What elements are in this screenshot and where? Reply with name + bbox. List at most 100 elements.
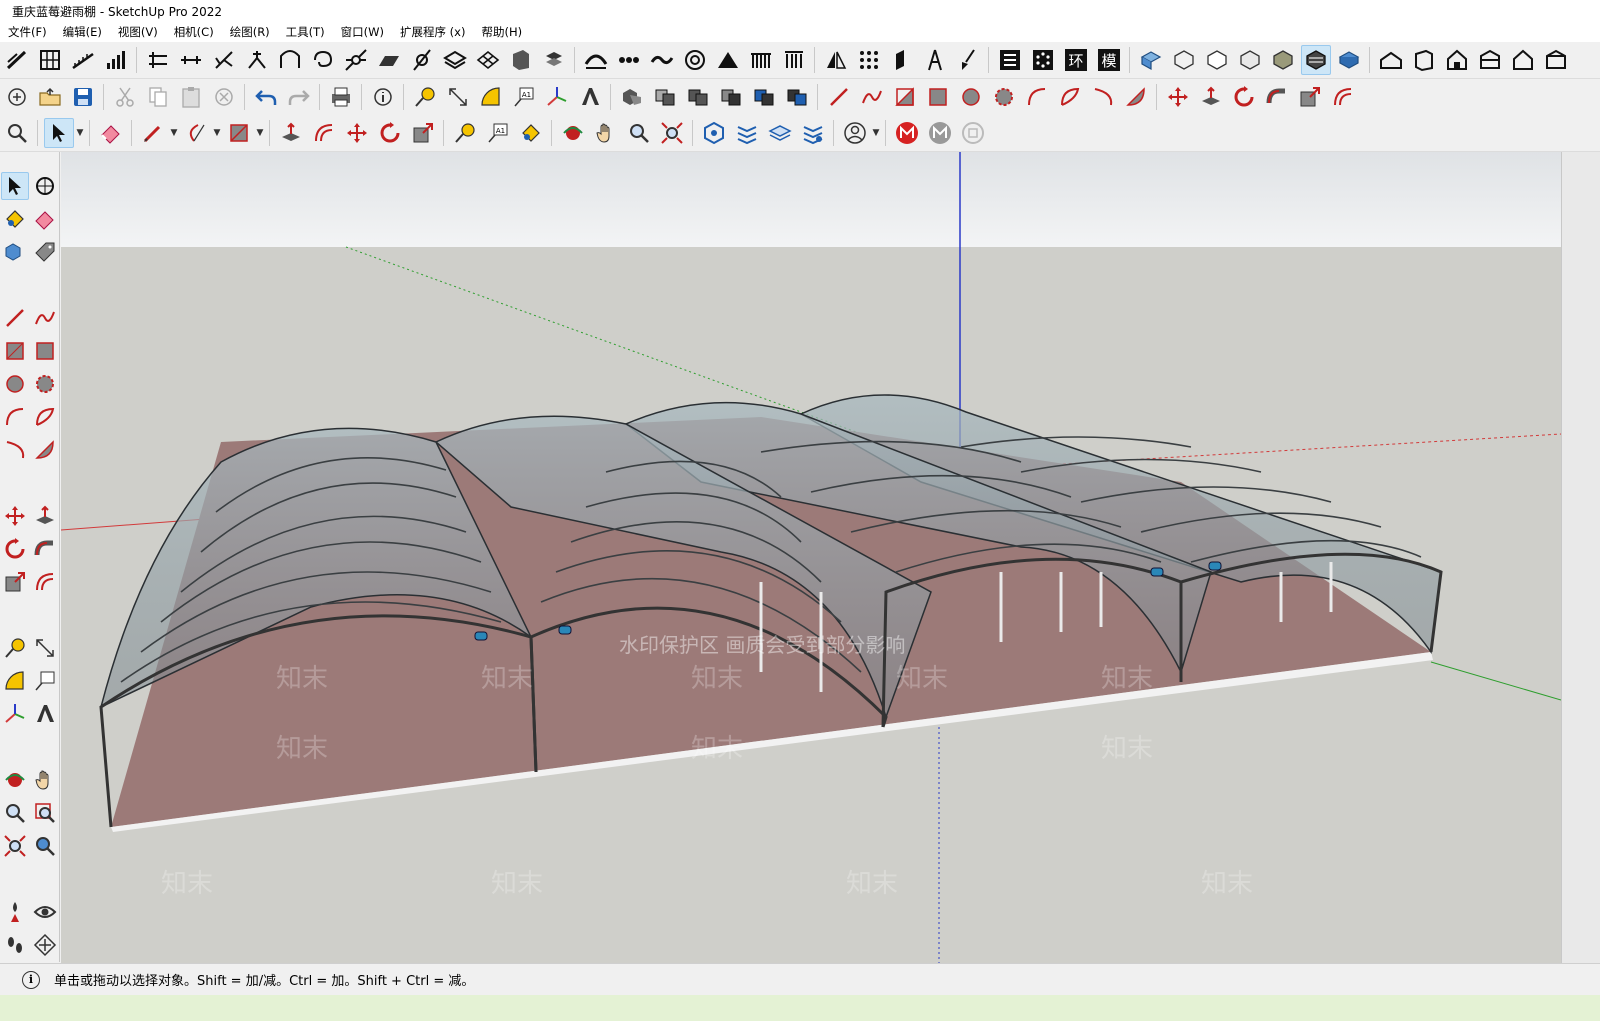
pan-tool-icon[interactable] (591, 118, 621, 148)
3d-text-icon[interactable] (575, 82, 605, 112)
back-view-icon[interactable] (1508, 45, 1538, 75)
text-left-icon[interactable] (31, 667, 59, 695)
followme-tool-icon[interactable] (1262, 82, 1292, 112)
freehand-left-icon[interactable] (31, 304, 59, 332)
menu-view[interactable]: 视图(V) (110, 24, 166, 40)
huan-plugin-icon[interactable]: 环 (1061, 45, 1091, 75)
branch-tool-icon[interactable] (209, 45, 239, 75)
zoom-extents-left-icon[interactable] (1, 832, 29, 860)
polygon-left-icon[interactable] (31, 370, 59, 398)
joint-tool-icon[interactable] (341, 45, 371, 75)
zoom-extents-icon[interactable] (657, 118, 687, 148)
menu-help[interactable]: 帮助(H) (473, 24, 530, 40)
front-view-icon[interactable] (1442, 45, 1472, 75)
arc-tool-icon[interactable] (1022, 82, 1052, 112)
previous-view-left-icon[interactable] (31, 832, 59, 860)
rail-tool-icon[interactable] (143, 45, 173, 75)
erase-selection-icon[interactable] (209, 82, 239, 112)
pushpull-tool-icon[interactable] (1196, 82, 1226, 112)
move-tool-icon[interactable] (1163, 82, 1193, 112)
axes-left-icon[interactable] (1, 700, 29, 728)
warehouse-icon[interactable] (699, 118, 729, 148)
scale-tool-icon[interactable] (1295, 82, 1325, 112)
undo-icon[interactable] (251, 82, 281, 112)
plugin-gray-icon[interactable] (925, 118, 955, 148)
top-view-icon[interactable] (1409, 45, 1439, 75)
select-dropdown-icon[interactable]: ▼ (75, 118, 85, 148)
offset-left-icon[interactable] (31, 568, 59, 596)
eraser-tool-icon[interactable] (96, 118, 126, 148)
rotate-left-icon[interactable] (1, 535, 29, 563)
copy-icon[interactable] (143, 82, 173, 112)
columns-tool-icon[interactable] (746, 45, 776, 75)
arc-bridge-icon[interactable] (581, 45, 611, 75)
outer-shell-icon[interactable] (650, 82, 680, 112)
menu-window[interactable]: 窗口(W) (333, 24, 392, 40)
rotate-2-icon[interactable] (375, 118, 405, 148)
open-file-icon[interactable] (35, 82, 65, 112)
menu-draw[interactable]: 绘图(R) (222, 24, 278, 40)
pencil-tool-icon[interactable] (138, 118, 168, 148)
pie-tool-icon[interactable] (1121, 82, 1151, 112)
text-label-icon[interactable]: A1 (509, 82, 539, 112)
array-tool-icon[interactable] (854, 45, 884, 75)
trim-icon[interactable] (782, 82, 812, 112)
walk-left-icon[interactable] (1, 931, 29, 959)
intersect-icon[interactable] (683, 82, 713, 112)
pie-left-icon[interactable] (31, 436, 59, 464)
table-icon[interactable] (995, 45, 1025, 75)
tag-left-icon[interactable] (31, 238, 59, 266)
protractor-left-icon[interactable] (1, 667, 29, 695)
move-2-icon[interactable] (342, 118, 372, 148)
extension-manager-icon[interactable] (798, 118, 828, 148)
colonnade-tool-icon[interactable] (779, 45, 809, 75)
chain-tool-icon[interactable] (614, 45, 644, 75)
panel-tool-icon[interactable] (374, 45, 404, 75)
3pt-arc-icon[interactable] (1088, 82, 1118, 112)
pin-tool-icon[interactable] (407, 45, 437, 75)
line-tool-icon[interactable] (824, 82, 854, 112)
menu-extensions[interactable]: 扩展程序 (x) (392, 24, 473, 40)
arc-dropdown-icon[interactable]: ▼ (212, 118, 222, 148)
iso-view-icon[interactable] (1376, 45, 1406, 75)
xray-toggle-icon[interactable] (1334, 45, 1364, 75)
rotated-rect-icon[interactable] (923, 82, 953, 112)
fork-tool-icon[interactable] (242, 45, 272, 75)
ramp-icon[interactable] (68, 45, 98, 75)
followme-left-icon[interactable] (31, 535, 59, 563)
beam-tool-icon[interactable] (176, 45, 206, 75)
account-icon[interactable] (840, 118, 870, 148)
brush-tool-icon[interactable] (953, 45, 983, 75)
paint-bucket-icon[interactable] (516, 118, 546, 148)
orbit-left-icon[interactable] (1, 766, 29, 794)
info-icon[interactable]: i (22, 970, 40, 989)
polygon-tool-icon[interactable] (989, 82, 1019, 112)
line-left-icon[interactable] (1, 304, 29, 332)
mo-plugin-icon[interactable]: 模 (1094, 45, 1124, 75)
pan-left-icon[interactable] (31, 766, 59, 794)
model-viewport[interactable]: 水印保护区 画质会受到部分影响 知末 知末 知末 知末 知末 知末 知末 知末 … (61, 152, 1561, 963)
rect-left-icon[interactable] (1, 337, 29, 365)
lookaround-left-icon[interactable] (31, 898, 59, 926)
ruby-console-icon[interactable] (892, 118, 922, 148)
zoom-window-left-icon[interactable] (31, 799, 59, 827)
rectangle-tool-icon[interactable] (890, 82, 920, 112)
right-view-icon[interactable] (1475, 45, 1505, 75)
shaded-style-icon[interactable] (1235, 45, 1265, 75)
textured-style-icon[interactable] (1268, 45, 1298, 75)
redo-icon[interactable] (284, 82, 314, 112)
bar-steps-icon[interactable] (101, 45, 131, 75)
component-left-icon[interactable] (1, 238, 29, 266)
select-tool-left-icon[interactable] (1, 172, 29, 200)
arc-left-icon[interactable] (1, 403, 29, 431)
scale-2-icon[interactable] (408, 118, 438, 148)
mirror-tool-icon[interactable] (821, 45, 851, 75)
rotrect-left-icon[interactable] (31, 337, 59, 365)
offset-2-icon[interactable] (309, 118, 339, 148)
menu-camera[interactable]: 相机(C) (166, 24, 222, 40)
dimension-left-icon[interactable] (31, 634, 59, 662)
layers-panel-icon[interactable] (765, 118, 795, 148)
eraser-left-icon[interactable] (31, 205, 59, 233)
protractor-icon[interactable] (476, 82, 506, 112)
zoom-tool-icon[interactable] (624, 118, 654, 148)
